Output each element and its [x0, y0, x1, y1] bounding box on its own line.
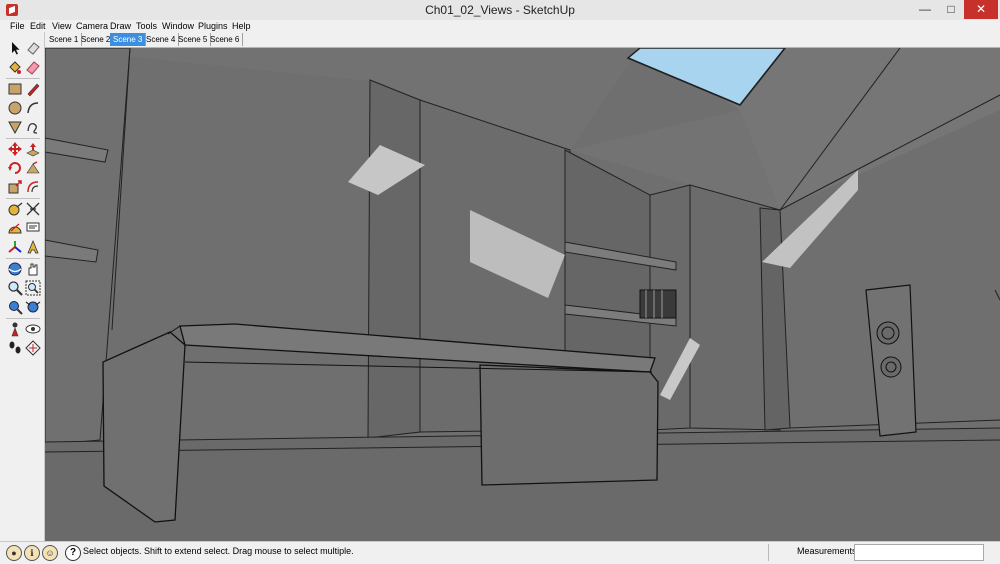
select-icon[interactable] — [7, 40, 23, 56]
menu-help[interactable]: Help — [232, 20, 251, 32]
circle-icon[interactable] — [7, 100, 23, 116]
measurements-label: Measurements — [797, 546, 857, 556]
status-message: Select objects. Shift to extend select. … — [83, 546, 354, 556]
status-divider — [768, 544, 769, 561]
tape-measure-icon[interactable] — [7, 201, 23, 217]
menu-bar: File Edit View Camera Draw Tools Window … — [0, 20, 1000, 32]
axes-icon[interactable] — [7, 239, 23, 255]
menu-edit[interactable]: Edit — [30, 20, 46, 32]
scale-icon[interactable] — [7, 179, 23, 195]
books — [639, 289, 677, 319]
menu-draw[interactable]: Draw — [110, 20, 131, 32]
push-pull-icon[interactable] — [25, 141, 41, 157]
title-bar: Ch01_02_Views - SketchUp — □ ✕ — [0, 0, 1000, 21]
menu-window[interactable]: Window — [162, 20, 194, 32]
pan-icon[interactable] — [25, 261, 41, 277]
offset-icon[interactable] — [25, 179, 41, 195]
window-title: Ch01_02_Views - SketchUp — [425, 3, 575, 17]
menu-plugins[interactable]: Plugins — [198, 20, 228, 32]
toolbar-divider — [6, 78, 40, 79]
toolbar-divider — [6, 258, 40, 259]
large-toolset — [0, 32, 45, 541]
zoom-window-icon[interactable] — [25, 280, 41, 296]
previous-view-icon[interactable] — [25, 299, 41, 315]
walk-icon[interactable] — [7, 340, 23, 356]
3d-text-icon[interactable] — [25, 239, 41, 255]
move-icon[interactable] — [7, 141, 23, 157]
help-icon[interactable]: ? — [65, 545, 81, 561]
user-icon[interactable]: ☺ — [42, 545, 58, 561]
paint-bucket-icon[interactable] — [7, 59, 23, 75]
tab-scene-6[interactable]: Scene 6 — [207, 33, 244, 46]
menu-camera[interactable]: Camera — [76, 20, 108, 32]
polygon-icon[interactable] — [7, 119, 23, 135]
freehand-icon[interactable] — [25, 119, 41, 135]
tab-scene-2[interactable]: Scene 2 — [78, 33, 115, 46]
toolbar-divider — [6, 198, 40, 199]
eraser-pink-icon[interactable] — [25, 59, 41, 75]
maximize-button[interactable]: □ — [938, 0, 964, 19]
look-around-icon[interactable] — [25, 321, 41, 337]
text-icon[interactable] — [25, 220, 41, 236]
toolbar-divider — [6, 318, 40, 319]
model-viewport[interactable] — [45, 48, 1000, 541]
rotate-icon[interactable] — [7, 160, 23, 176]
orbit-icon[interactable] — [7, 261, 23, 277]
minimize-button[interactable]: — — [912, 0, 938, 19]
protractor-icon[interactable] — [7, 220, 23, 236]
measurements-field[interactable] — [854, 544, 984, 561]
zoom-icon[interactable] — [7, 280, 23, 296]
toolbar-divider — [6, 138, 40, 139]
position-camera-icon[interactable] — [7, 321, 23, 337]
geolocation-icon[interactable]: ● — [6, 545, 22, 561]
menu-view[interactable]: View — [52, 20, 71, 32]
scene-tabs: Scene 1 Scene 2 Scene 3 Scene 4 Scene 5 … — [44, 32, 1000, 48]
dimension-icon[interactable] — [25, 201, 41, 217]
section-plane-icon[interactable] — [25, 340, 41, 356]
follow-me-icon[interactable] — [25, 160, 41, 176]
menu-tools[interactable]: Tools — [136, 20, 157, 32]
status-bar: ● ℹ ☺ ? Select objects. Shift to extend … — [0, 541, 1000, 564]
close-button[interactable]: ✕ — [964, 0, 998, 19]
menu-file[interactable]: File — [10, 20, 25, 32]
eraser-icon[interactable] — [25, 40, 41, 56]
scene-drawing — [45, 48, 1000, 541]
tab-scene-4[interactable]: Scene 4 — [143, 33, 180, 46]
pencil-icon[interactable] — [25, 81, 41, 97]
rectangle-icon[interactable] — [7, 81, 23, 97]
tab-scene-3[interactable]: Scene 3 — [110, 33, 147, 46]
arc-icon[interactable] — [25, 100, 41, 116]
tab-scene-5[interactable]: Scene 5 — [175, 33, 212, 46]
credits-icon[interactable]: ℹ — [24, 545, 40, 561]
zoom-extents-icon[interactable] — [7, 299, 23, 315]
tab-scene-1[interactable]: Scene 1 — [46, 33, 83, 46]
